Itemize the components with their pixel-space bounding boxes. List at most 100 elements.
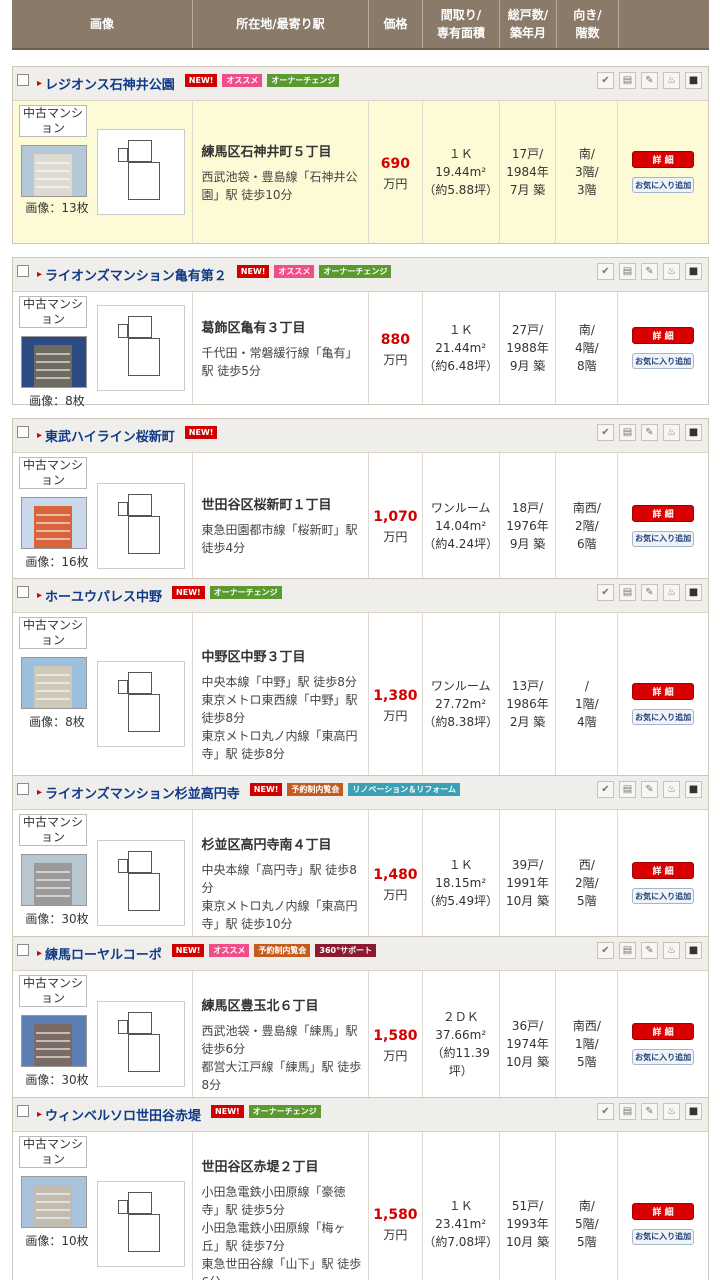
check-icon[interactable]: ✔ (597, 424, 614, 441)
detail-button[interactable]: 詳 細 (632, 151, 695, 168)
square-icon[interactable]: ■ (685, 424, 702, 441)
detail-button[interactable]: 詳 細 (632, 504, 695, 522)
add-favorite-button[interactable]: お気に入り追加 (632, 1049, 695, 1065)
detail-button[interactable]: 詳 細 (632, 327, 695, 344)
property-name-link[interactable]: ライオンズマンション亀有第２ (45, 265, 227, 284)
units-cell: 39戸/ 1991年 10月 築 (500, 810, 557, 956)
layout-cell: １Ｋ 21.44m² （約6.48坪） (423, 292, 500, 404)
actions-cell: 詳 細 お気に入り追加 (618, 292, 708, 404)
note-icon[interactable]: ✎ (641, 72, 658, 89)
built-year: 1993年 (506, 1216, 549, 1231)
select-checkbox[interactable] (17, 1104, 29, 1117)
folder-icon[interactable]: ▤ (619, 72, 636, 89)
badge-owner: オーナーチェンジ (209, 586, 282, 599)
select-checkbox[interactable] (17, 585, 29, 598)
square-icon[interactable]: ■ (685, 781, 702, 798)
floor-plan[interactable] (97, 840, 185, 926)
property-photo[interactable] (21, 336, 87, 388)
station-access: 小田急電鉄小田原線「豪徳寺」駅 徒歩5分 (201, 1185, 346, 1217)
add-favorite-button[interactable]: お気に入り追加 (632, 530, 695, 547)
select-checkbox[interactable] (17, 73, 29, 86)
station-access: 東急世田谷線「山下」駅 徒歩6分 (201, 1257, 362, 1280)
square-icon[interactable]: ■ (685, 584, 702, 601)
floor-plan[interactable] (97, 483, 185, 569)
listing-title-bar: ▸ ライオンズマンション亀有第２ NEW! オススメ オーナーチェンジ ✔ ▤ ✎ ♨ ■ (13, 258, 708, 292)
check-icon[interactable]: ✔ (597, 584, 614, 601)
add-favorite-button[interactable]: お気に入り追加 (632, 1228, 695, 1245)
property-name-link[interactable]: 練馬ローヤルコーポ (45, 944, 162, 963)
detail-button[interactable]: 詳 細 (632, 683, 695, 700)
footprint-icon[interactable]: ♨ (663, 584, 680, 601)
footprint-icon[interactable]: ♨ (663, 781, 680, 798)
property-name-link[interactable]: ウィンベルソロ世田谷赤堤 (45, 1105, 201, 1124)
floor-number: 2階/ (575, 518, 599, 533)
built-year: 1974年 (506, 1037, 549, 1051)
floor-plan[interactable] (97, 661, 185, 747)
tool-icons: ✔ ▤ ✎ ♨ ■ (597, 263, 702, 280)
image-count: 画像：8枚 (29, 715, 85, 729)
note-icon[interactable]: ✎ (641, 942, 658, 959)
folder-icon[interactable]: ▤ (619, 424, 636, 441)
property-photo[interactable] (21, 497, 87, 549)
check-icon[interactable]: ✔ (597, 942, 614, 959)
built-year: 1988年 (506, 341, 549, 355)
property-photo[interactable] (21, 854, 87, 906)
total-floors: 8階 (577, 359, 597, 373)
select-checkbox[interactable] (17, 782, 29, 795)
listing-title-bar: ▸ ウィンベルソロ世田谷赤堤 NEW! オーナーチェンジ ✔ ▤ ✎ ♨ ■ (13, 1098, 708, 1132)
note-icon[interactable]: ✎ (641, 1103, 658, 1120)
detail-button[interactable]: 詳 細 (632, 1023, 695, 1040)
property-name-link[interactable]: レジオンス石神井公園 (45, 74, 175, 93)
folder-icon[interactable]: ▤ (619, 584, 636, 601)
square-icon[interactable]: ■ (685, 1103, 702, 1120)
note-icon[interactable]: ✎ (641, 263, 658, 280)
footprint-icon[interactable]: ♨ (663, 424, 680, 441)
note-icon[interactable]: ✎ (641, 781, 658, 798)
floor-number: 1階/ (575, 697, 599, 711)
note-icon[interactable]: ✎ (641, 424, 658, 441)
property-photo[interactable] (21, 1015, 87, 1067)
folder-icon[interactable]: ▤ (619, 1103, 636, 1120)
arrow-icon: ▸ (37, 430, 43, 441)
tsubo-area: （約11.39坪） (431, 1046, 490, 1078)
check-icon[interactable]: ✔ (597, 1103, 614, 1120)
total-units: 18戸/ (511, 500, 544, 515)
select-checkbox[interactable] (17, 264, 29, 277)
detail-button[interactable]: 詳 細 (632, 1202, 695, 1220)
note-icon[interactable]: ✎ (641, 584, 658, 601)
check-icon[interactable]: ✔ (597, 781, 614, 798)
property-name-link[interactable]: ライオンズマンション杉並高円寺 (45, 783, 240, 802)
floor-plan[interactable] (97, 1181, 185, 1267)
square-icon[interactable]: ■ (685, 942, 702, 959)
check-icon[interactable]: ✔ (597, 263, 614, 280)
footprint-icon[interactable]: ♨ (663, 72, 680, 89)
property-photo[interactable] (21, 657, 87, 709)
select-checkbox[interactable] (17, 425, 29, 438)
select-checkbox[interactable] (17, 943, 29, 956)
property-photo[interactable] (21, 1176, 87, 1228)
folder-icon[interactable]: ▤ (619, 942, 636, 959)
floor-plan[interactable] (97, 129, 185, 215)
add-favorite-button[interactable]: お気に入り追加 (632, 709, 695, 725)
add-favorite-button[interactable]: お気に入り追加 (632, 888, 695, 904)
check-icon[interactable]: ✔ (597, 72, 614, 89)
property-photo[interactable] (21, 145, 87, 197)
floor-plan[interactable] (97, 305, 185, 391)
listing-card: ▸ 東武ハイライン桜新町 NEW! ✔ ▤ ✎ ♨ ■ 中古マンション 画像：16枚 (12, 418, 709, 599)
folder-icon[interactable]: ▤ (619, 781, 636, 798)
square-icon[interactable]: ■ (685, 263, 702, 280)
property-name-link[interactable]: 東武ハイライン桜新町 (45, 426, 175, 445)
footprint-icon[interactable]: ♨ (663, 942, 680, 959)
property-name-link[interactable]: ホーユウパレス中野 (45, 586, 162, 605)
footprint-icon[interactable]: ♨ (663, 1103, 680, 1120)
square-icon[interactable]: ■ (685, 72, 702, 89)
layout-cell: １Ｋ 23.41m² （約7.08坪） (423, 1132, 500, 1280)
add-favorite-button[interactable]: お気に入り追加 (632, 353, 695, 369)
add-favorite-button[interactable]: お気に入り追加 (632, 177, 695, 193)
footprint-icon[interactable]: ♨ (663, 263, 680, 280)
total-floors: 6階 (577, 536, 597, 551)
detail-button[interactable]: 詳 細 (632, 862, 695, 879)
arrow-icon: ▸ (37, 948, 43, 959)
floor-plan[interactable] (97, 1001, 185, 1087)
folder-icon[interactable]: ▤ (619, 263, 636, 280)
